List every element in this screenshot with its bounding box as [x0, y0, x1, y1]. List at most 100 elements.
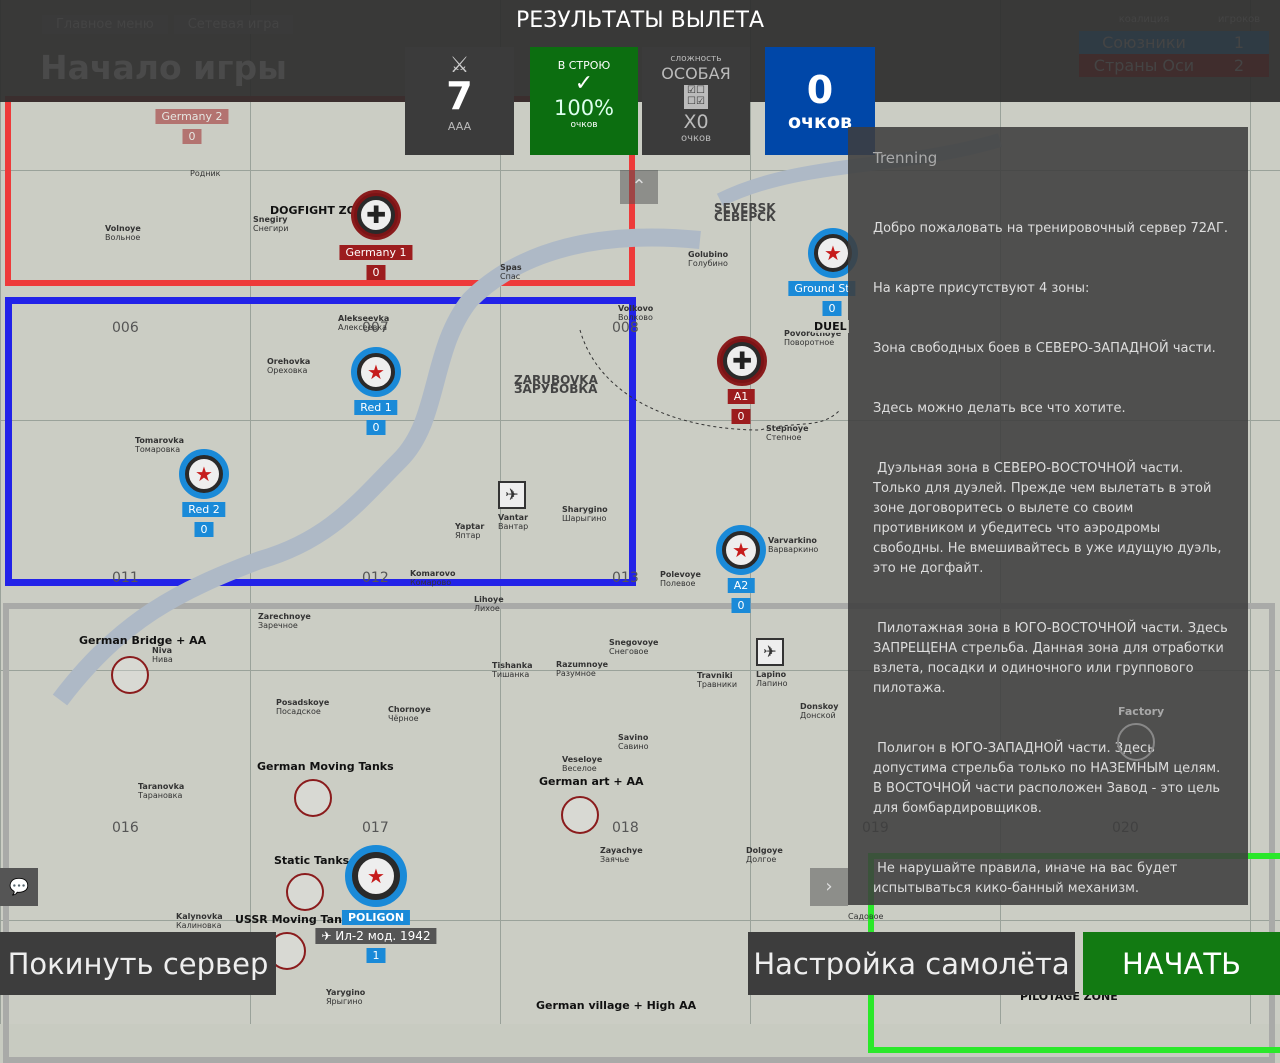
target-icon[interactable]: [286, 873, 324, 911]
town-zarubovka: ZARUBOVKA ЗАРУБОВКА: [514, 374, 598, 396]
coalition-row-axis[interactable]: Страны Оси 2: [1079, 54, 1269, 77]
airfield-name[interactable]: POLIGON: [341, 910, 411, 925]
town-name-ru: Долгое: [746, 855, 777, 864]
town: Kalynovka Калиновка: [176, 912, 223, 930]
grid-square: 011: [112, 570, 139, 586]
difficulty-value: ОСОБАЯ: [661, 64, 731, 83]
panel-text: Добро пожаловать на тренировочный сервер…: [873, 221, 1229, 236]
airfield-marker-poligon[interactable]: ★: [345, 845, 407, 907]
town-name-ru: Полевое: [660, 579, 696, 588]
check-icon: ✓: [574, 71, 594, 96]
panel-text: Полигон в ЮГО-ЗАПАДНОЙ части. Здесь допу…: [873, 741, 1225, 816]
panel-text: На карте присутствуют 4 зоны:: [873, 281, 1090, 296]
town-name-ru: Донской: [800, 711, 836, 720]
airfield-count: 0: [822, 301, 842, 316]
status-percent: 100%: [553, 96, 615, 120]
airfield-marker-germany-1[interactable]: ✚: [351, 190, 401, 240]
airfield-count: 1: [366, 948, 386, 963]
town-name: Alekseevka: [338, 314, 390, 323]
town-name-ru: Томаровка: [135, 445, 181, 454]
target-icon[interactable]: [561, 796, 599, 834]
airfield-icon[interactable]: ✈: [498, 481, 526, 509]
airfield-marker-red-2[interactable]: ★: [179, 449, 229, 499]
town: Alekseevka Алексеевка: [338, 314, 389, 332]
airfield-count: 0: [366, 265, 386, 280]
duel-zone-label: DUEL: [812, 320, 849, 333]
town: Lihoye Лихое: [474, 595, 504, 613]
grid-square: 017: [362, 820, 389, 836]
target-icon[interactable]: [111, 656, 149, 694]
town: Dolgoye Долгое: [746, 846, 783, 864]
town-name: Komarovo: [410, 569, 456, 578]
grid-square: 012: [362, 570, 389, 586]
target-icon[interactable]: [294, 779, 332, 817]
airfield-marker-red-1[interactable]: ★: [351, 347, 401, 397]
selected-plane[interactable]: ✈ Ил-2 мод. 1942: [315, 928, 437, 944]
airfield-name[interactable]: A1: [727, 389, 755, 404]
town-name-ru: Алексеевка: [338, 323, 388, 332]
town-name: Varvarkino: [768, 536, 817, 545]
town: Komarovo Комарово: [410, 569, 455, 587]
mission-description-panel[interactable]: Trenning Добро пожаловать на тренировочн…: [848, 127, 1248, 905]
panel-title: Trenning: [873, 149, 938, 167]
target-label: German village + High AA: [536, 999, 697, 1012]
panel-text: Не нарушайте правила, иначе на вас будет…: [873, 861, 1182, 896]
town-name: Donskoy: [800, 702, 839, 711]
town: Orehovka Орехoвка: [267, 357, 310, 375]
town-name-ru: Волково: [618, 313, 653, 322]
plane-setup-button[interactable]: Настройка самолёта: [748, 932, 1075, 995]
town: Volnoye Вольное: [105, 224, 141, 242]
airfield-name[interactable]: A2: [727, 578, 755, 593]
airfield-name[interactable]: Ground St: [788, 281, 856, 296]
town: Razumnoye Разумное: [556, 660, 608, 678]
town-name-ru: Разумное: [556, 669, 596, 678]
airfield-name[interactable]: Germany 2: [155, 109, 229, 124]
town-name-ru: Степное: [766, 433, 802, 442]
town-name: Tishanka: [492, 661, 533, 670]
balkenkreuz-icon: ✚: [731, 347, 753, 375]
balkenkreuz-icon: ✚: [365, 201, 387, 229]
coalition-row-allies[interactable]: Союзники 1: [1079, 31, 1269, 54]
chat-icon: 💬: [9, 877, 29, 896]
page-title: Начало игры: [40, 48, 287, 87]
target-label: Static Tanks: [274, 854, 350, 867]
town: Yarygino Ярыгино: [326, 988, 365, 1006]
kills-label: AAA: [447, 120, 472, 133]
airfield-name[interactable]: Germany 1: [339, 245, 413, 260]
town-name: Kalynovka: [176, 912, 223, 921]
town: Tishanka Тишанка: [492, 661, 532, 679]
expand-panel-button[interactable]: ›: [810, 868, 848, 906]
airfield-count: 0: [731, 409, 751, 424]
airfield-icon[interactable]: ✈: [756, 638, 784, 666]
town-name: Spas: [500, 263, 522, 272]
aircraft-kills-card: ⚔ 7 AAA: [405, 47, 514, 155]
factory-icon[interactable]: [1117, 723, 1155, 761]
leave-server-button[interactable]: Покинуть сервер: [0, 932, 276, 995]
town-name: Orehovka: [267, 357, 311, 366]
town-name-ru: Яптар: [455, 531, 481, 540]
town-name-ru: Комарово: [410, 578, 452, 587]
red-star-icon: ★: [367, 864, 385, 888]
airfield-count: 0: [366, 420, 386, 435]
town-name-ru: Травники: [697, 680, 738, 689]
start-button[interactable]: НАЧАТЬ: [1083, 932, 1280, 995]
difficulty-label: сложность: [670, 54, 722, 64]
collapse-up-button[interactable]: ⌃: [620, 170, 658, 204]
town-name-ru: Орехoвка: [267, 366, 308, 375]
airfield-name[interactable]: Red 1: [354, 400, 398, 415]
town-name: Zarechnoye: [258, 612, 311, 621]
town-name: Golubino: [688, 250, 729, 259]
town-name-ru: ЗАРУБОВКА: [514, 382, 598, 396]
town-name-ru: Шарыгино: [562, 514, 607, 523]
chat-button[interactable]: 💬: [0, 868, 38, 906]
town-name: Tomarovka: [135, 436, 184, 445]
airfield-marker-a2[interactable]: ★: [716, 525, 766, 575]
player-count: 1: [1233, 33, 1245, 52]
panel-text: Зона свободных боев в СЕВЕРО-ЗАПАДНОЙ ча…: [873, 341, 1216, 356]
airfield-marker-a1[interactable]: ✚: [717, 336, 767, 386]
target-label: German art + AA: [539, 775, 644, 788]
town-name-ru: Заячье: [600, 855, 630, 864]
town-name-ru: Снеговое: [609, 647, 649, 656]
coalition-table: коалиция игроков Союзники 1 Страны Оси 2: [1079, 14, 1269, 77]
airfield-name[interactable]: Red 2: [182, 502, 226, 517]
